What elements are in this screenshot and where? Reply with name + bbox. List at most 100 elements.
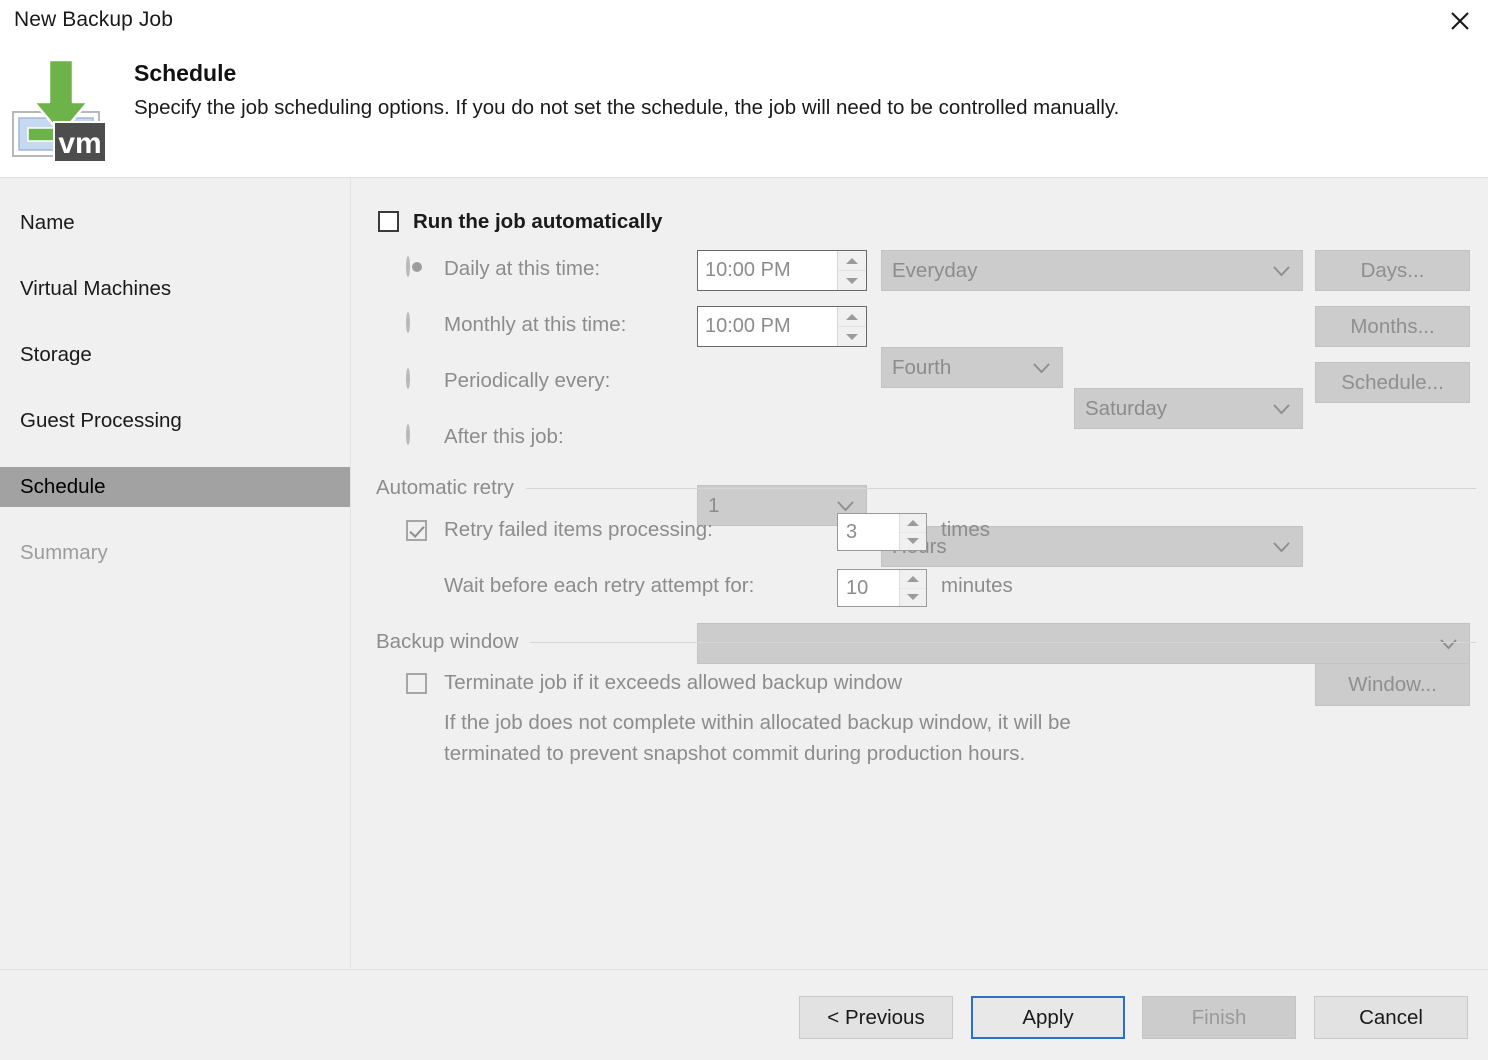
retry-wait-unit-label: minutes [941,574,1013,597]
chevron-down-icon [1273,397,1290,421]
monthly-time-spinner[interactable] [837,307,866,346]
months-button[interactable]: Months... [1315,306,1470,347]
spinner-down-icon[interactable] [838,327,866,346]
backup-window-description-line2: terminated to prevent snapshot commit du… [444,742,1026,765]
window-button[interactable]: Window... [1315,663,1470,706]
sidebar-item-name[interactable]: Name [0,203,350,243]
automatic-retry-group-header: Automatic retry [376,476,1476,500]
monthly-time-input[interactable]: 10:00 PM [697,306,867,347]
retry-count-input[interactable]: 3 [837,513,927,551]
vm-backup-icon: vm [10,54,110,166]
previous-button[interactable]: < Previous [799,996,953,1039]
daily-radio[interactable] [406,256,410,277]
window-button-label: Window... [1348,672,1437,696]
radio-dot [406,368,410,389]
sidebar-item-label: Schedule [20,475,106,498]
retry-wait-label: Wait before each retry attempt for: [444,574,755,597]
retry-count-spinner[interactable] [899,514,926,550]
schedule-button[interactable]: Schedule... [1315,362,1470,403]
sidebar-item-summary: Summary [0,533,350,573]
previous-button-label: < Previous [827,1005,925,1029]
group-divider [525,487,1476,489]
title-bar: New Backup Job [0,0,1488,46]
sidebar-item-schedule[interactable]: Schedule [0,467,350,507]
cancel-button-label: Cancel [1359,1005,1423,1029]
run-automatically-label: Run the job automatically [413,210,663,233]
daily-time-value: 10:00 PM [705,259,791,281]
cancel-button[interactable]: Cancel [1314,996,1468,1039]
periodically-label: Periodically every: [444,369,611,392]
daily-frequency-value: Everyday [892,258,978,282]
daily-frequency-dropdown[interactable]: Everyday [881,250,1303,291]
apply-button-label: Apply [1022,1005,1074,1029]
finish-button: Finish [1142,996,1296,1039]
monthly-week-dropdown[interactable]: Fourth [881,347,1063,388]
sidebar-item-storage[interactable]: Storage [0,335,350,375]
retry-failed-checkbox[interactable] [406,520,427,546]
checkbox-box [378,211,399,232]
daily-time-input[interactable]: 10:00 PM [697,250,867,291]
sidebar-item-virtual-machines[interactable]: Virtual Machines [0,269,350,309]
spinner-up-icon[interactable] [838,307,866,327]
schedule-button-label: Schedule... [1341,370,1444,394]
window-title: New Backup Job [14,8,173,31]
terminate-job-checkbox[interactable] [406,673,427,699]
terminate-job-label: Terminate job if it exceeds allowed back… [444,671,903,694]
monthly-label: Monthly at this time: [444,313,627,336]
checkbox-box [406,673,427,694]
days-button-label: Days... [1360,258,1425,282]
sidebar-item-label: Guest Processing [20,409,182,432]
monthly-radio[interactable] [406,312,410,333]
chevron-down-icon [1273,259,1290,283]
checkbox-box [406,520,427,541]
sidebar-item-label: Name [20,211,75,234]
close-icon[interactable] [1432,0,1488,42]
days-button[interactable]: Days... [1315,250,1470,291]
wizard-sidebar: Name Virtual Machines Storage Guest Proc… [0,179,351,968]
radio-dot [406,312,410,333]
monthly-day-dropdown[interactable]: Saturday [1074,388,1303,429]
retry-count-unit-label: times [941,518,990,541]
finish-button-label: Finish [1191,1005,1247,1029]
apply-button[interactable]: Apply [971,996,1125,1039]
retry-wait-spinner[interactable] [899,570,926,606]
radio-dot [406,424,410,445]
spinner-up-icon[interactable] [838,251,866,271]
spinner-up-icon[interactable] [900,570,926,589]
monthly-day-value: Saturday [1085,396,1168,420]
monthly-time-value: 10:00 PM [705,315,791,337]
spinner-down-icon[interactable] [838,271,866,290]
monthly-week-value: Fourth [892,355,952,379]
group-divider [530,641,1476,643]
run-automatically-checkbox[interactable] [378,211,399,237]
svg-text:vm: vm [58,127,101,160]
sidebar-item-label: Virtual Machines [20,277,172,300]
backup-window-description-line1: If the job does not complete within allo… [444,711,1071,734]
spinner-up-icon[interactable] [900,514,926,533]
months-button-label: Months... [1350,314,1435,338]
periodically-radio[interactable] [406,368,410,389]
wizard-footer: < Previous Apply Finish Cancel [0,969,1488,1060]
radio-dot [406,256,410,277]
retry-wait-value: 10 [846,576,869,599]
retry-count-value: 3 [846,520,858,543]
wizard-header: vm Schedule Specify the job scheduling o… [0,46,1488,178]
daily-label: Daily at this time: [444,257,601,280]
after-job-label: After this job: [444,425,564,448]
after-job-radio[interactable] [406,424,410,445]
main-content: Run the job automatically Daily at this … [352,179,1488,968]
spinner-down-icon[interactable] [900,588,926,606]
page-title: Schedule [134,60,237,86]
backup-window-group-label: Backup window [376,630,519,653]
spinner-down-icon[interactable] [900,532,926,550]
backup-window-group-header: Backup window [376,630,1476,654]
chevron-down-icon [1273,535,1290,559]
sidebar-item-label: Storage [20,343,92,366]
sidebar-item-label: Summary [20,541,108,564]
retry-wait-input[interactable]: 10 [837,569,927,607]
page-subtitle: Specify the job scheduling options. If y… [134,96,1120,119]
automatic-retry-group-label: Automatic retry [376,476,514,499]
daily-time-spinner[interactable] [837,251,866,290]
sidebar-item-guest-processing[interactable]: Guest Processing [0,401,350,441]
retry-failed-label: Retry failed items processing: [444,518,713,541]
